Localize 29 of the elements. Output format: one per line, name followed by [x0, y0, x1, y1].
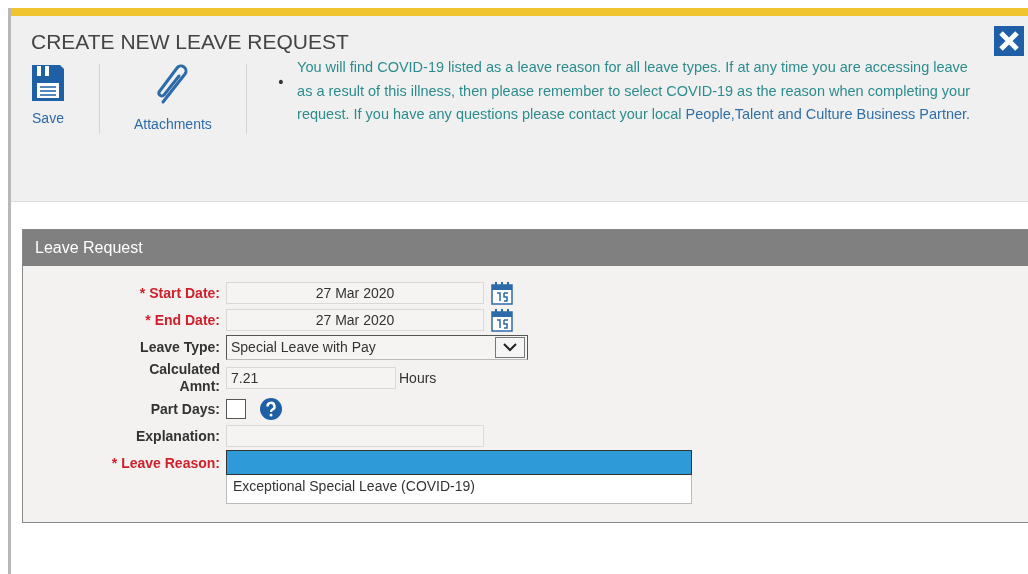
close-icon: [998, 30, 1020, 52]
chevron-down-icon: [503, 342, 517, 352]
explanation-field[interactable]: [226, 425, 484, 447]
close-button[interactable]: [994, 26, 1024, 56]
field-label: Leave Type:: [139, 338, 221, 356]
field-label: * Leave Reason:: [110, 454, 221, 472]
leave-reason-select[interactable]: [226, 450, 692, 475]
calendar-icon[interactable]: [491, 308, 513, 332]
toolbar-button[interactable]: Attachments: [134, 64, 212, 132]
leave-type-dropdown[interactable]: Special Leave with Pay: [226, 334, 528, 360]
dropdown-option[interactable]: Exceptional Special Leave (COVID-19): [227, 475, 691, 503]
unit-label: Hours: [399, 370, 437, 386]
field-label: Part Days:: [149, 400, 221, 418]
notice-text: You will find COVID-19 listed as a leave reason for all leave types. If at any time you are accessing leave as a result of this illness, then please remember to select COVID-19 as the reason when completing your request. If you have any questions please contact your local People,Talent and Culture Business Partner.: [297, 58, 972, 124]
toolbar-button[interactable]: Save: [31, 64, 65, 126]
amount-field[interactable]: 7.21: [226, 367, 396, 389]
calendar-icon[interactable]: [491, 281, 513, 305]
date-field[interactable]: 27 Mar 2020: [226, 309, 484, 331]
field-label: Explanation:: [135, 427, 221, 445]
window-title: CREATE NEW LEAVE REQUEST: [31, 29, 349, 54]
field-label: * End Date:: [144, 311, 221, 329]
panel-title: Leave Request: [35, 239, 143, 257]
field-label: * Start Date:: [138, 284, 221, 302]
date-field[interactable]: 27 Mar 2020: [226, 282, 484, 304]
contact-link[interactable]: People,Talent and Culture Business Partner.: [685, 106, 971, 122]
field-label: Calculated Amnt:: [148, 361, 221, 395]
checkbox[interactable]: [226, 399, 246, 419]
help-icon[interactable]: [260, 398, 282, 420]
bullet-dot: •: [276, 74, 286, 90]
